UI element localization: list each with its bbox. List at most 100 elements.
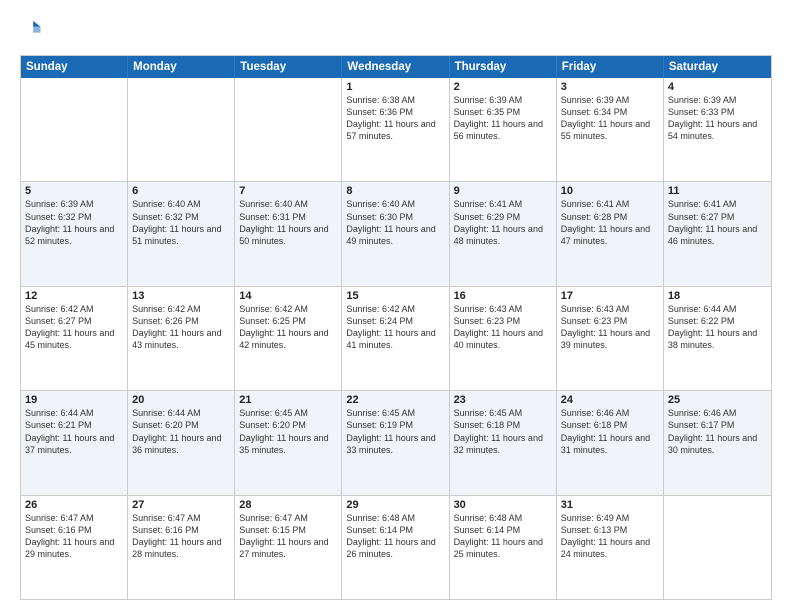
cell-text: Daylight: 11 hours and 26 minutes. xyxy=(346,536,444,560)
cell-text: Sunrise: 6:44 AM xyxy=(668,303,767,315)
cell-text: Sunrise: 6:48 AM xyxy=(454,512,552,524)
calendar-body: 1Sunrise: 6:38 AMSunset: 6:36 PMDaylight… xyxy=(21,78,771,599)
cal-cell: 13Sunrise: 6:42 AMSunset: 6:26 PMDayligh… xyxy=(128,287,235,390)
cell-text: Daylight: 11 hours and 38 minutes. xyxy=(668,327,767,351)
cell-text: Sunset: 6:32 PM xyxy=(132,211,230,223)
cal-cell: 6Sunrise: 6:40 AMSunset: 6:32 PMDaylight… xyxy=(128,182,235,285)
week-row-5: 26Sunrise: 6:47 AMSunset: 6:16 PMDayligh… xyxy=(21,495,771,599)
cell-text: Daylight: 11 hours and 43 minutes. xyxy=(132,327,230,351)
cal-cell: 2Sunrise: 6:39 AMSunset: 6:35 PMDaylight… xyxy=(450,78,557,181)
cal-cell: 18Sunrise: 6:44 AMSunset: 6:22 PMDayligh… xyxy=(664,287,771,390)
day-number: 22 xyxy=(346,394,444,406)
cell-text: Sunset: 6:18 PM xyxy=(454,419,552,431)
cell-text: Sunset: 6:28 PM xyxy=(561,211,659,223)
cell-text: Sunset: 6:19 PM xyxy=(346,419,444,431)
day-number: 30 xyxy=(454,499,552,511)
cell-text: Sunrise: 6:45 AM xyxy=(454,407,552,419)
header-day-wednesday: Wednesday xyxy=(342,56,449,78)
cell-text: Daylight: 11 hours and 28 minutes. xyxy=(132,536,230,560)
week-row-1: 1Sunrise: 6:38 AMSunset: 6:36 PMDaylight… xyxy=(21,78,771,181)
cell-text: Sunrise: 6:47 AM xyxy=(132,512,230,524)
cal-cell: 24Sunrise: 6:46 AMSunset: 6:18 PMDayligh… xyxy=(557,391,664,494)
cal-cell: 10Sunrise: 6:41 AMSunset: 6:28 PMDayligh… xyxy=(557,182,664,285)
cell-text: Sunrise: 6:45 AM xyxy=(239,407,337,419)
cal-cell: 17Sunrise: 6:43 AMSunset: 6:23 PMDayligh… xyxy=(557,287,664,390)
cell-text: Sunrise: 6:40 AM xyxy=(346,198,444,210)
day-number: 10 xyxy=(561,185,659,197)
day-number: 16 xyxy=(454,290,552,302)
week-row-4: 19Sunrise: 6:44 AMSunset: 6:21 PMDayligh… xyxy=(21,390,771,494)
cell-text: Sunset: 6:23 PM xyxy=(454,315,552,327)
cell-text: Sunrise: 6:42 AM xyxy=(132,303,230,315)
cell-text: Sunrise: 6:40 AM xyxy=(132,198,230,210)
cell-text: Daylight: 11 hours and 39 minutes. xyxy=(561,327,659,351)
cell-text: Daylight: 11 hours and 57 minutes. xyxy=(346,118,444,142)
page: SundayMondayTuesdayWednesdayThursdayFrid… xyxy=(0,0,792,612)
cal-cell: 12Sunrise: 6:42 AMSunset: 6:27 PMDayligh… xyxy=(21,287,128,390)
cell-text: Daylight: 11 hours and 52 minutes. xyxy=(25,223,123,247)
cell-text: Sunrise: 6:46 AM xyxy=(561,407,659,419)
cell-text: Sunrise: 6:42 AM xyxy=(346,303,444,315)
cell-text: Sunset: 6:16 PM xyxy=(25,524,123,536)
cell-text: Sunrise: 6:44 AM xyxy=(25,407,123,419)
day-number: 27 xyxy=(132,499,230,511)
cell-text: Sunset: 6:33 PM xyxy=(668,106,767,118)
cell-text: Sunset: 6:24 PM xyxy=(346,315,444,327)
day-number: 29 xyxy=(346,499,444,511)
cell-text: Sunset: 6:27 PM xyxy=(668,211,767,223)
logo-icon xyxy=(20,18,42,40)
cell-text: Daylight: 11 hours and 45 minutes. xyxy=(25,327,123,351)
cell-text: Sunrise: 6:39 AM xyxy=(668,94,767,106)
header-day-monday: Monday xyxy=(128,56,235,78)
cell-text: Sunrise: 6:47 AM xyxy=(239,512,337,524)
cell-text: Daylight: 11 hours and 42 minutes. xyxy=(239,327,337,351)
cal-cell: 5Sunrise: 6:39 AMSunset: 6:32 PMDaylight… xyxy=(21,182,128,285)
cell-text: Sunrise: 6:41 AM xyxy=(454,198,552,210)
day-number: 26 xyxy=(25,499,123,511)
week-row-3: 12Sunrise: 6:42 AMSunset: 6:27 PMDayligh… xyxy=(21,286,771,390)
cal-cell xyxy=(21,78,128,181)
day-number: 25 xyxy=(668,394,767,406)
cell-text: Daylight: 11 hours and 33 minutes. xyxy=(346,432,444,456)
cell-text: Daylight: 11 hours and 54 minutes. xyxy=(668,118,767,142)
cell-text: Sunset: 6:22 PM xyxy=(668,315,767,327)
cell-text: Sunset: 6:34 PM xyxy=(561,106,659,118)
cell-text: Sunrise: 6:49 AM xyxy=(561,512,659,524)
cell-text: Daylight: 11 hours and 51 minutes. xyxy=(132,223,230,247)
cell-text: Sunrise: 6:42 AM xyxy=(239,303,337,315)
day-number: 31 xyxy=(561,499,659,511)
cal-cell: 30Sunrise: 6:48 AMSunset: 6:14 PMDayligh… xyxy=(450,496,557,599)
cell-text: Sunrise: 6:44 AM xyxy=(132,407,230,419)
cell-text: Daylight: 11 hours and 29 minutes. xyxy=(25,536,123,560)
cal-cell: 21Sunrise: 6:45 AMSunset: 6:20 PMDayligh… xyxy=(235,391,342,494)
day-number: 19 xyxy=(25,394,123,406)
cal-cell: 14Sunrise: 6:42 AMSunset: 6:25 PMDayligh… xyxy=(235,287,342,390)
day-number: 15 xyxy=(346,290,444,302)
day-number: 18 xyxy=(668,290,767,302)
cal-cell: 15Sunrise: 6:42 AMSunset: 6:24 PMDayligh… xyxy=(342,287,449,390)
day-number: 4 xyxy=(668,81,767,93)
cal-cell: 8Sunrise: 6:40 AMSunset: 6:30 PMDaylight… xyxy=(342,182,449,285)
cell-text: Sunrise: 6:43 AM xyxy=(454,303,552,315)
day-number: 20 xyxy=(132,394,230,406)
cal-cell xyxy=(128,78,235,181)
cell-text: Sunrise: 6:46 AM xyxy=(668,407,767,419)
header-day-sunday: Sunday xyxy=(21,56,128,78)
day-number: 6 xyxy=(132,185,230,197)
cell-text: Daylight: 11 hours and 30 minutes. xyxy=(668,432,767,456)
cell-text: Sunrise: 6:38 AM xyxy=(346,94,444,106)
header-day-tuesday: Tuesday xyxy=(235,56,342,78)
cell-text: Sunset: 6:14 PM xyxy=(346,524,444,536)
cal-cell: 27Sunrise: 6:47 AMSunset: 6:16 PMDayligh… xyxy=(128,496,235,599)
cell-text: Daylight: 11 hours and 56 minutes. xyxy=(454,118,552,142)
cell-text: Sunrise: 6:43 AM xyxy=(561,303,659,315)
cell-text: Sunrise: 6:41 AM xyxy=(561,198,659,210)
cell-text: Daylight: 11 hours and 37 minutes. xyxy=(25,432,123,456)
week-row-2: 5Sunrise: 6:39 AMSunset: 6:32 PMDaylight… xyxy=(21,181,771,285)
day-number: 2 xyxy=(454,81,552,93)
cal-cell: 20Sunrise: 6:44 AMSunset: 6:20 PMDayligh… xyxy=(128,391,235,494)
day-number: 24 xyxy=(561,394,659,406)
cell-text: Sunrise: 6:42 AM xyxy=(25,303,123,315)
logo xyxy=(20,18,44,45)
cell-text: Daylight: 11 hours and 46 minutes. xyxy=(668,223,767,247)
